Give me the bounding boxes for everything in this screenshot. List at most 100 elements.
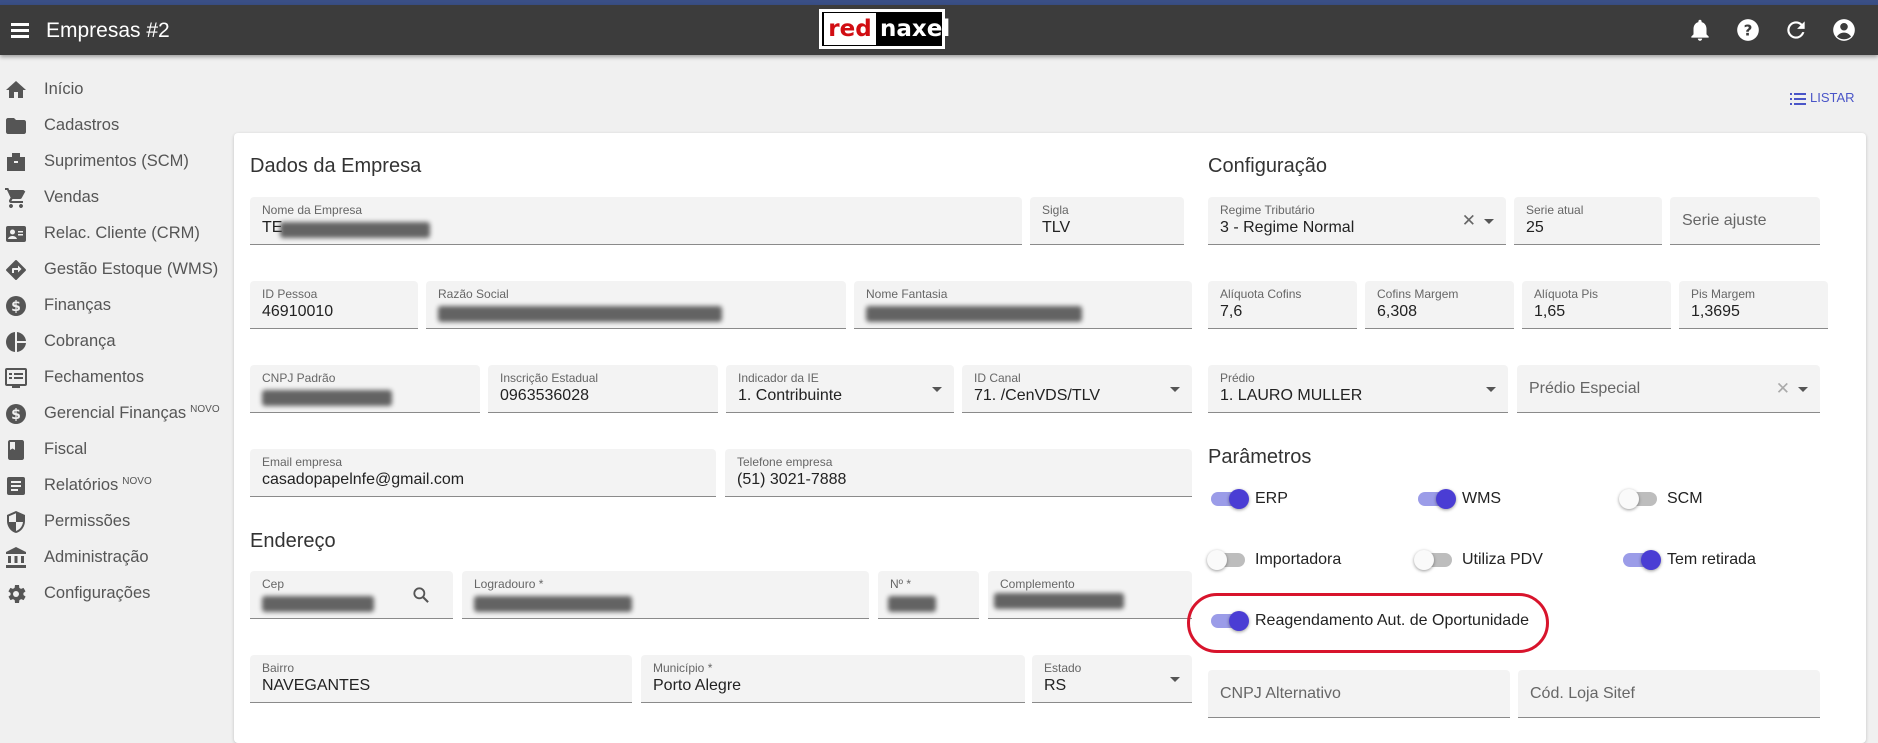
sidebar-item-fiscal[interactable]: Fiscal xyxy=(0,432,230,468)
field-label: CNPJ Padrão xyxy=(262,371,336,385)
new-badge: NOVO xyxy=(190,404,220,415)
field-label: Estado xyxy=(1044,661,1082,675)
sidebar-item-configuracoes[interactable]: Configurações xyxy=(0,576,230,612)
field-value: RS xyxy=(1044,677,1067,694)
municipio-field[interactable]: Município * Porto Alegre xyxy=(641,655,1025,703)
sidebar-item-vendas[interactable]: Vendas xyxy=(0,180,230,216)
sidebar-item-label: Fechamentos xyxy=(44,368,144,386)
sidebar-item-label: Cadastros xyxy=(44,116,120,134)
clear-icon[interactable]: ✕ xyxy=(1776,379,1790,399)
id-pessoa-field[interactable]: ID Pessoa 46910010 xyxy=(250,281,418,329)
toggle-utiliza-pdv[interactable]: Utiliza PDV xyxy=(1414,544,1584,574)
complemento-field[interactable]: Complemento xyxy=(988,571,1192,619)
toggle-wms[interactable]: WMS xyxy=(1414,483,1554,513)
toggle-label: SCM xyxy=(1667,490,1703,507)
logradouro-field[interactable]: Logradouro * xyxy=(462,571,869,619)
listar-button[interactable]: LISTAR xyxy=(1790,90,1855,106)
sidebar-item-relatorios[interactable]: Relatórios NOVO xyxy=(0,468,230,504)
estado-select[interactable]: Estado RS xyxy=(1032,655,1192,703)
sidebar-item-gerencial-financas[interactable]: $ Gerencial Finanças NOVO xyxy=(0,396,230,432)
cnpj-alternativo-field[interactable]: CNPJ Alternativo xyxy=(1208,670,1510,718)
toggle-scm[interactable]: SCM xyxy=(1619,483,1759,513)
inventory-icon xyxy=(4,150,28,174)
id-canal-select[interactable]: ID Canal 71. /CenVDS/TLV xyxy=(962,365,1192,413)
book-icon xyxy=(4,438,28,462)
nome-fantasia-field[interactable]: Nome Fantasia xyxy=(854,281,1192,329)
bell-icon[interactable] xyxy=(1687,17,1713,43)
bank-icon xyxy=(4,546,28,570)
redacted-value xyxy=(994,593,1124,609)
page-title: Empresas #2 xyxy=(46,19,170,42)
nome-empresa-field[interactable]: Nome da Empresa TE xyxy=(250,197,1022,245)
dropdown-arrow-icon[interactable] xyxy=(1798,387,1808,392)
sidebar-item-inicio[interactable]: Início xyxy=(0,72,230,108)
toggle-thumb xyxy=(1229,489,1249,509)
field-label: Cep xyxy=(262,577,285,591)
toggle-erp[interactable]: ERP xyxy=(1207,483,1347,513)
regime-tributario-select[interactable]: Regime Tributário 3 - Regime Normal ✕ xyxy=(1208,197,1506,245)
search-icon[interactable] xyxy=(411,585,431,605)
field-label: Cofins Margem xyxy=(1377,287,1459,301)
numero-field[interactable]: Nº * xyxy=(878,571,979,619)
highlight-annotation xyxy=(1187,593,1549,653)
aliquota-pis-field[interactable]: Alíquota Pis 1,65 xyxy=(1522,281,1671,329)
aliquota-cofins-field[interactable]: Alíquota Cofins 7,6 xyxy=(1208,281,1357,329)
sidebar-item-label: Permissões xyxy=(44,512,131,530)
cep-field[interactable]: Cep xyxy=(250,571,453,619)
field-label: Nº * xyxy=(890,577,912,591)
cofins-margem-field[interactable]: Cofins Margem 6,308 xyxy=(1365,281,1514,329)
sidebar-item-cobranca[interactable]: Cobrança xyxy=(0,324,230,360)
sidebar-item-label: Administração xyxy=(44,548,149,566)
help-icon[interactable]: ? xyxy=(1735,17,1761,43)
dropdown-arrow-icon[interactable] xyxy=(1484,219,1494,224)
sidebar-item-administracao[interactable]: Administração xyxy=(0,540,230,576)
refresh-icon[interactable] xyxy=(1783,17,1809,43)
menu-icon[interactable] xyxy=(8,17,34,43)
sidebar-item-label: Relac. Cliente (CRM) xyxy=(44,224,200,242)
bairro-field[interactable]: Bairro NAVEGANTES xyxy=(250,655,632,703)
sidebar-item-cadastros[interactable]: Cadastros xyxy=(0,108,230,144)
dropdown-arrow-icon[interactable] xyxy=(1170,387,1180,392)
predio-select[interactable]: Prédio 1. LAURO MULLER xyxy=(1208,365,1508,413)
cod-loja-sitef-field[interactable]: Cód. Loja Sitef xyxy=(1518,670,1820,718)
sidebar-item-financas[interactable]: $ Finanças xyxy=(0,288,230,324)
toggle-thumb xyxy=(1641,550,1661,570)
dropdown-arrow-icon[interactable] xyxy=(1170,677,1180,682)
inscricao-estadual-field[interactable]: Inscrição Estadual 0963536028 xyxy=(488,365,718,413)
sidebar-item-suprimentos[interactable]: Suprimentos (SCM) xyxy=(0,144,230,180)
dropdown-arrow-icon[interactable] xyxy=(1486,387,1496,392)
configuracao-title: Configuração xyxy=(1208,155,1327,177)
cnpj-padrao-field[interactable]: CNPJ Padrão xyxy=(250,365,480,413)
serie-atual-field[interactable]: Serie atual 25 xyxy=(1514,197,1662,245)
sidebar-item-wms[interactable]: Gestão Estoque (WMS) xyxy=(0,252,230,288)
toggle-importadora[interactable]: Importadora xyxy=(1207,544,1377,574)
redacted-value xyxy=(262,596,374,612)
email-empresa-field[interactable]: Email empresa casadopapelnfe@gmail.com xyxy=(250,449,716,497)
field-value: 0963536028 xyxy=(500,387,589,404)
telefone-empresa-field[interactable]: Telefone empresa (51) 3021-7888 xyxy=(725,449,1192,497)
pis-margem-field[interactable]: Pis Margem 1,3695 xyxy=(1679,281,1828,329)
dropdown-arrow-icon[interactable] xyxy=(932,387,942,392)
shield-icon xyxy=(4,510,28,534)
toggle-tem-retirada[interactable]: Tem retirada xyxy=(1619,544,1789,574)
predio-especial-select[interactable]: Prédio Especial ✕ xyxy=(1517,365,1820,413)
sidebar-item-fechamentos[interactable]: Fechamentos xyxy=(0,360,230,396)
sidebar-item-label: Início xyxy=(44,80,84,98)
field-value: 1,3695 xyxy=(1691,303,1740,320)
contact-card-icon xyxy=(4,222,28,246)
clear-icon[interactable]: ✕ xyxy=(1462,211,1476,231)
sigla-field[interactable]: Sigla TLV xyxy=(1030,197,1184,245)
field-value: 46910010 xyxy=(262,303,334,320)
list-icon xyxy=(1790,92,1806,106)
razao-social-field[interactable]: Razão Social xyxy=(426,281,846,329)
sidebar-item-crm[interactable]: Relac. Cliente (CRM) xyxy=(0,216,230,252)
logo-naxel-text: naxel xyxy=(880,16,951,42)
field-value: 7,6 xyxy=(1220,303,1243,320)
serie-ajuste-field[interactable]: Serie ajuste xyxy=(1670,197,1820,245)
list-box-icon xyxy=(4,366,28,390)
sidebar-item-label: Suprimentos (SCM) xyxy=(44,152,189,170)
sidebar-item-permissoes[interactable]: Permissões xyxy=(0,504,230,540)
account-icon[interactable] xyxy=(1831,17,1857,43)
indicador-ie-select[interactable]: Indicador da IE 1. Contribuinte xyxy=(726,365,954,413)
redacted-value xyxy=(280,222,430,238)
